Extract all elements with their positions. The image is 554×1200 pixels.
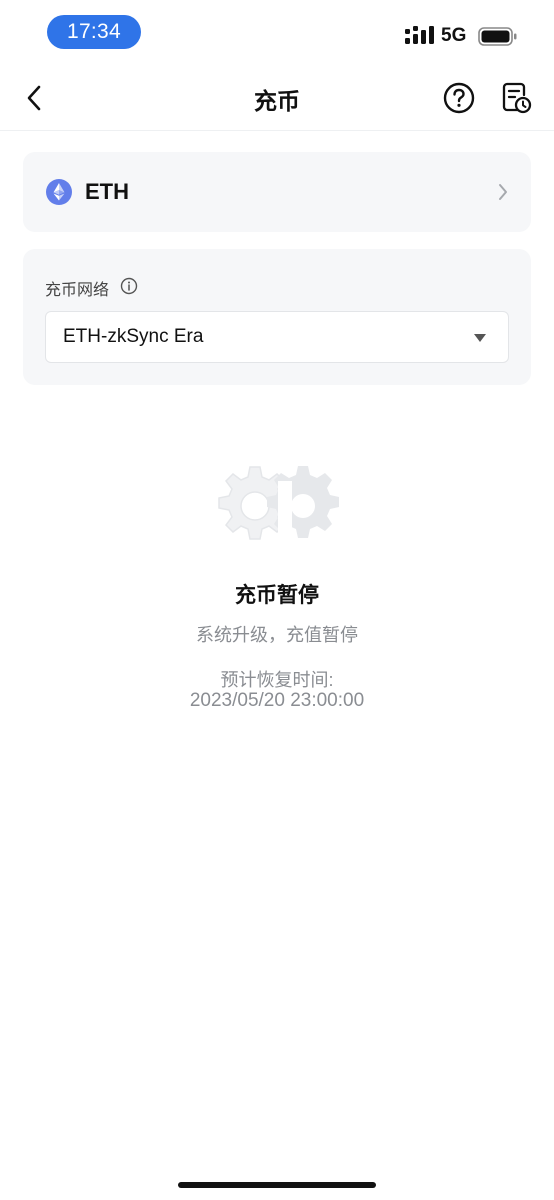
dropdown-arrow-icon xyxy=(474,334,486,342)
signal-icon xyxy=(405,26,434,44)
status-bar: 17:34 5G xyxy=(0,0,554,64)
info-icon[interactable] xyxy=(120,277,138,295)
battery-icon xyxy=(478,27,517,46)
network-section: 充币网络 ETH-zkSync Era xyxy=(23,249,531,385)
chevron-right-icon xyxy=(499,184,507,200)
deposit-history-button[interactable] xyxy=(499,80,533,116)
network-label: 充币网络 xyxy=(45,282,110,299)
gear-maintenance-icon xyxy=(218,466,339,540)
help-button[interactable] xyxy=(442,81,476,115)
help-question-icon xyxy=(443,82,475,114)
network-type-label: 5G xyxy=(441,25,467,46)
resume-time-value: 2023/05/20 23:00:00 xyxy=(189,690,365,711)
history-record-icon xyxy=(502,82,532,114)
maintenance-subtitle: 系统升级，充值暂停 xyxy=(196,625,358,645)
nav-bar: 充币 xyxy=(0,64,554,131)
resume-time-label: 预计恢复时间: xyxy=(220,670,334,690)
network-selected-value: ETH-zkSync Era xyxy=(63,326,204,347)
status-time: 17:34 xyxy=(47,15,141,49)
coin-selector[interactable]: ETH xyxy=(23,152,531,232)
ethereum-icon xyxy=(46,179,72,205)
maintenance-title: 充币暂停 xyxy=(235,584,319,607)
coin-symbol: ETH xyxy=(85,179,129,204)
network-select[interactable]: ETH-zkSync Era xyxy=(45,311,509,363)
home-indicator[interactable] xyxy=(178,1182,376,1188)
